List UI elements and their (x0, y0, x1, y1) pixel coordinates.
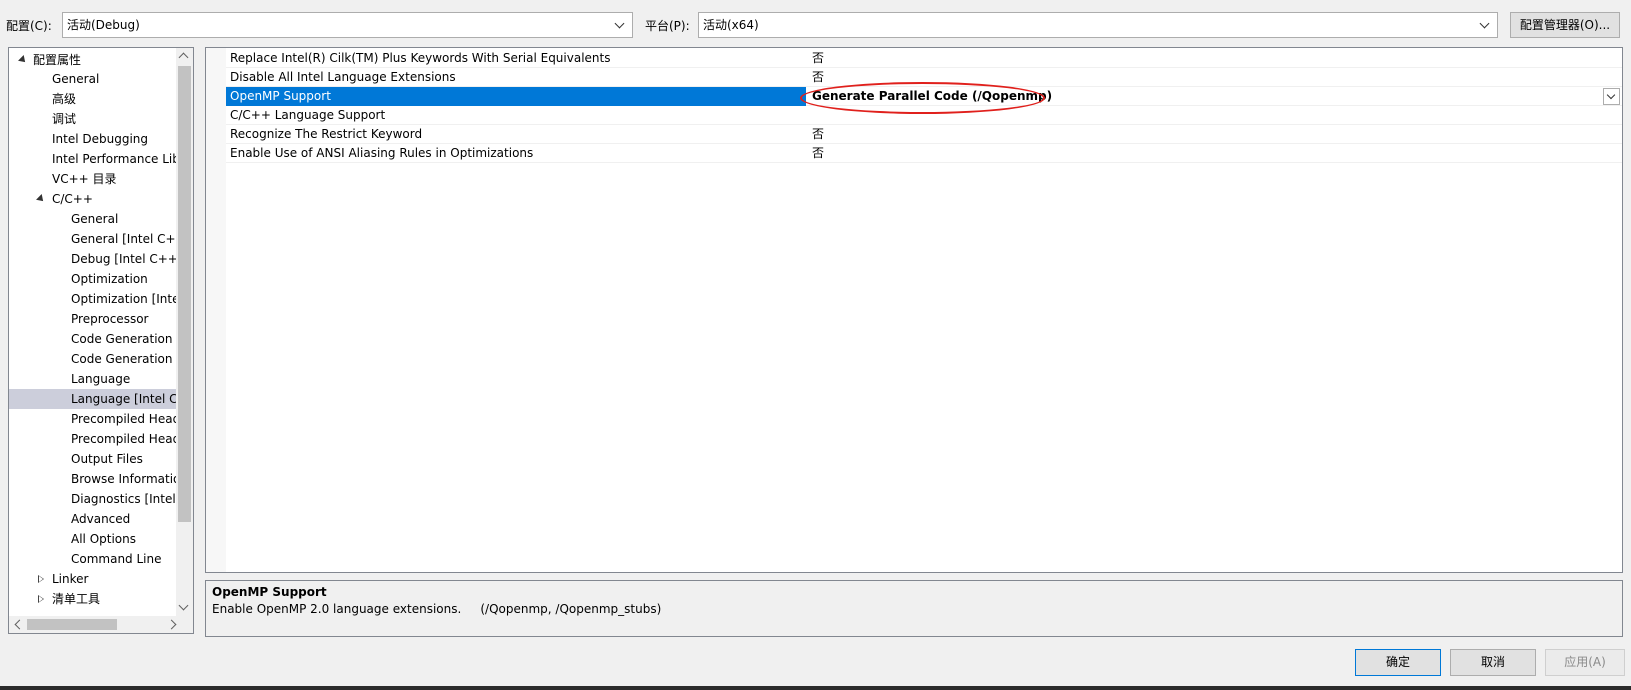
property-name: Replace Intel(R) Cilk(TM) Plus Keywords … (230, 51, 611, 65)
apply-button[interactable]: 应用(A) (1545, 649, 1625, 676)
tree-item[interactable]: Advanced (9, 509, 177, 529)
window-bottom-edge (0, 686, 1631, 690)
config-value: 活动(Debug) (67, 18, 140, 32)
description-title: OpenMP Support (212, 585, 327, 599)
expanded-icon (36, 194, 46, 204)
tree-item[interactable]: Debug [Intel C++] (9, 249, 177, 269)
tree-item[interactable]: Precompiled Headers (9, 409, 177, 429)
property-row[interactable]: Enable Use of ANSI Aliasing Rules in Opt… (226, 144, 1622, 163)
tree-item[interactable]: Precompiled Headers [Intel C++] (9, 429, 177, 449)
tree-item-cpp[interactable]: C/C++ (9, 189, 177, 209)
collapsed-icon (38, 595, 44, 603)
property-value: 否 (812, 127, 825, 141)
chevron-down-icon[interactable] (1603, 88, 1620, 105)
scroll-right-icon[interactable] (166, 619, 177, 630)
cancel-button[interactable]: 取消 (1450, 649, 1536, 676)
tree-item[interactable]: Diagnostics [Intel C++] (9, 489, 177, 509)
tree-item[interactable]: Code Generation (9, 329, 177, 349)
tree-item[interactable]: Intel Debugging (9, 129, 177, 149)
property-name: OpenMP Support (230, 89, 331, 103)
tree-item[interactable]: All Options (9, 529, 177, 549)
tree-item[interactable]: General [Intel C++] (9, 229, 177, 249)
annotation-ellipse (800, 82, 1045, 114)
tree-item[interactable]: Preprocessor (9, 309, 177, 329)
scroll-thumb[interactable] (27, 619, 117, 630)
property-value: 否 (812, 70, 825, 84)
platform-value: 活动(x64) (703, 18, 759, 32)
property-name: C/C++ Language Support (230, 108, 386, 122)
expanded-icon (18, 55, 28, 65)
scroll-left-icon[interactable] (14, 619, 25, 630)
chevron-down-icon (1479, 13, 1491, 37)
ok-button[interactable]: 确定 (1355, 649, 1441, 676)
property-value: 否 (812, 51, 825, 65)
tree-item[interactable]: Optimization (9, 269, 177, 289)
tree-vertical-scrollbar[interactable] (176, 48, 193, 616)
tree-item[interactable]: Output Files (9, 449, 177, 469)
property-name: Enable Use of ANSI Aliasing Rules in Opt… (230, 146, 534, 160)
property-name: Disable All Intel Language Extensions (230, 70, 456, 84)
tree-item[interactable]: Code Generation [Intel C++] (9, 349, 177, 369)
config-manager-button[interactable]: 配置管理器(O)... (1510, 12, 1620, 38)
tree-item-manifest-tool[interactable]: 清单工具 (9, 589, 177, 609)
tree-item-selected[interactable]: Language [Intel C++] (9, 389, 177, 409)
tree-item[interactable]: Command Line (9, 549, 177, 569)
config-label: 配置(C): (6, 19, 52, 33)
collapsed-icon (38, 575, 44, 583)
property-grid[interactable]: Replace Intel(R) Cilk(TM) Plus Keywords … (205, 47, 1623, 573)
tree-item[interactable]: 高级 (9, 89, 177, 109)
description-text: Enable OpenMP 2.0 language extensions. (… (212, 602, 662, 616)
scroll-thumb[interactable] (178, 66, 191, 522)
tree-item[interactable]: 调试 (9, 109, 177, 129)
tree-item[interactable]: General (9, 209, 177, 229)
platform-dropdown[interactable]: 活动(x64) (698, 12, 1498, 38)
property-name: Recognize The Restrict Keyword (230, 127, 423, 141)
tree-item[interactable]: Browse Information (9, 469, 177, 489)
grid-gutter (206, 48, 226, 572)
tree-item[interactable]: VC++ 目录 (9, 169, 177, 189)
tree-horizontal-scrollbar[interactable] (9, 616, 193, 633)
property-tree[interactable]: 配置属性 General 高级 调试 Intel Debugging Intel… (8, 47, 194, 634)
property-row[interactable]: Replace Intel(R) Cilk(TM) Plus Keywords … (226, 49, 1622, 68)
tree-item[interactable]: Optimization [Intel C++] (9, 289, 177, 309)
platform-label: 平台(P): (645, 19, 690, 33)
chevron-down-icon (614, 13, 626, 37)
property-row[interactable]: Recognize The Restrict Keyword 否 (226, 125, 1622, 144)
tree-item[interactable]: Language (9, 369, 177, 389)
tree-item-linker[interactable]: Linker (9, 569, 177, 589)
scroll-down-icon[interactable] (178, 600, 189, 611)
config-dropdown[interactable]: 活动(Debug) (62, 12, 633, 38)
tree-item[interactable]: Intel Performance Libraries (9, 149, 177, 169)
property-value: 否 (812, 146, 825, 160)
tree-item-config-properties[interactable]: 配置属性 (9, 50, 177, 70)
description-panel: OpenMP Support Enable OpenMP 2.0 languag… (205, 580, 1623, 637)
scroll-up-icon[interactable] (178, 52, 189, 63)
tree-item[interactable]: General (9, 69, 177, 89)
